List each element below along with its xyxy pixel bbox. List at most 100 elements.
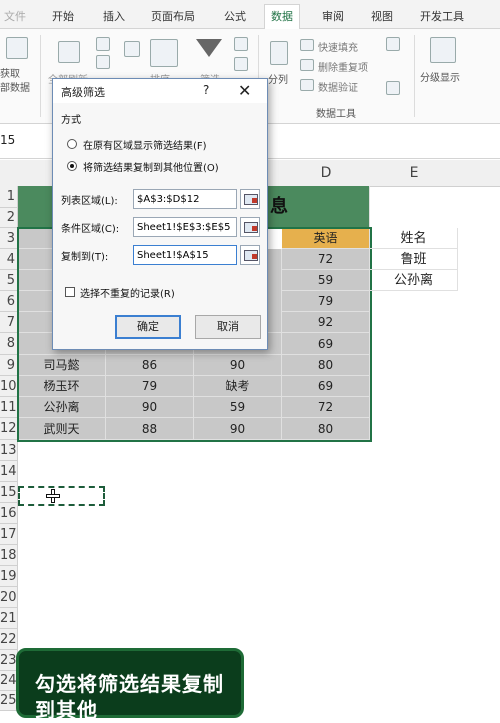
connections-icon[interactable] <box>96 37 110 51</box>
tab-formulas[interactable]: 公式 <box>224 8 246 24</box>
table-cell[interactable]: 59 <box>194 397 282 418</box>
table-header-cell[interactable]: 英语 <box>282 228 370 249</box>
row-header[interactable]: 13 <box>0 440 18 461</box>
unique-records-label[interactable]: 选择不重复的记录(R) <box>80 285 175 300</box>
radio-copy-to-location-label[interactable]: 将筛选结果复制到其他位置(O) <box>83 159 219 174</box>
tab-home[interactable]: 开始 <box>52 8 74 24</box>
tab-developer[interactable]: 开发工具 <box>420 8 464 24</box>
table-cell[interactable]: 86 <box>106 355 194 376</box>
criteria-range-picker-icon[interactable] <box>240 217 260 237</box>
table-cell[interactable]: 88 <box>106 418 194 440</box>
criteria-cell[interactable]: 公孙离 <box>370 270 458 291</box>
get-data-icon[interactable] <box>6 37 28 59</box>
split-column-icon[interactable] <box>270 41 288 65</box>
table-cell[interactable]: 90 <box>106 397 194 418</box>
clear-filter-icon[interactable] <box>234 37 248 51</box>
table-cell[interactable]: 司马懿 <box>18 355 106 376</box>
data-validation-label[interactable]: 数据验证 <box>318 79 358 94</box>
row-header[interactable]: 9 <box>0 355 18 376</box>
table-cell[interactable]: 69 <box>282 376 370 397</box>
flash-fill-label[interactable]: 快速填充 <box>318 39 358 54</box>
tab-view[interactable]: 视图 <box>371 8 393 24</box>
row-header[interactable]: 1 <box>0 186 18 208</box>
data-validation-icon[interactable] <box>300 79 314 91</box>
row-header[interactable]: 6 <box>0 291 18 312</box>
table-cell[interactable]: 90 <box>194 418 282 440</box>
remove-duplicates-label[interactable]: 删除重复项 <box>318 59 368 74</box>
get-data-label-2[interactable]: 部数据 <box>0 79 30 94</box>
radio-copy-to-location[interactable] <box>67 161 77 171</box>
row-header[interactable]: 20 <box>0 587 18 608</box>
tab-file[interactable]: 文件 <box>4 8 26 24</box>
table-cell[interactable]: 公孙离 <box>18 397 106 418</box>
row-header[interactable]: 17 <box>0 524 18 545</box>
column-header-f[interactable] <box>458 160 500 187</box>
radio-filter-in-place[interactable] <box>67 139 77 149</box>
row-header[interactable]: 14 <box>0 461 18 482</box>
row-header[interactable]: 19 <box>0 566 18 587</box>
table-cell[interactable]: 72 <box>282 249 370 270</box>
row-header[interactable]: 21 <box>0 608 18 629</box>
table-cell[interactable]: 79 <box>282 291 370 312</box>
row-header[interactable]: 5 <box>0 270 18 291</box>
table-cell[interactable]: 80 <box>282 418 370 440</box>
table-cell[interactable]: 92 <box>282 312 370 333</box>
flash-fill-icon[interactable] <box>300 39 314 51</box>
table-cell[interactable]: 90 <box>194 355 282 376</box>
table-cell[interactable]: 59 <box>282 270 370 291</box>
table-cell[interactable]: 80 <box>282 355 370 376</box>
ok-button[interactable]: 确定 <box>115 315 181 339</box>
cancel-button[interactable]: 取消 <box>195 315 261 339</box>
outline-label[interactable]: 分级显示 <box>420 69 460 84</box>
criteria-cell[interactable]: 鲁班 <box>370 249 458 270</box>
list-range-input[interactable] <box>133 189 237 209</box>
table-cell[interactable]: 缺考 <box>194 376 282 397</box>
tab-page-layout[interactable]: 页面布局 <box>151 8 195 24</box>
row-header[interactable]: 16 <box>0 503 18 524</box>
split-column-label[interactable]: 分列 <box>268 71 288 86</box>
table-cell[interactable]: 79 <box>106 376 194 397</box>
copy-target-marquee[interactable] <box>18 486 105 506</box>
list-range-picker-icon[interactable] <box>240 189 260 209</box>
table-cell[interactable]: 69 <box>282 333 370 355</box>
filter-icon[interactable] <box>196 39 222 57</box>
row-header[interactable]: 12 <box>0 418 18 440</box>
column-header-e[interactable]: E <box>370 160 459 187</box>
sort-az-icon[interactable] <box>124 41 140 57</box>
copy-to-picker-icon[interactable] <box>240 245 260 265</box>
row-header[interactable]: 10 <box>0 376 18 397</box>
tab-review[interactable]: 审阅 <box>322 8 344 24</box>
close-icon[interactable]: ✕ <box>238 81 251 100</box>
row-header[interactable]: 7 <box>0 312 18 333</box>
table-cell[interactable]: 武则天 <box>18 418 106 440</box>
name-box[interactable]: 15 <box>0 133 15 147</box>
consolidate-icon[interactable] <box>386 37 400 51</box>
row-header[interactable]: 8 <box>0 333 18 355</box>
row-header[interactable]: 2 <box>0 208 18 228</box>
radio-filter-in-place-label[interactable]: 在原有区域显示筛选结果(F) <box>83 137 207 152</box>
tab-data[interactable]: 数据 <box>264 4 300 30</box>
row-header[interactable]: 4 <box>0 249 18 270</box>
row-header[interactable]: 22 <box>0 629 18 650</box>
criteria-range-input[interactable] <box>133 217 237 237</box>
outline-icon[interactable] <box>430 37 456 63</box>
copy-to-input[interactable] <box>133 245 237 265</box>
table-cell[interactable]: 杨玉环 <box>18 376 106 397</box>
sort-icon[interactable] <box>150 39 178 67</box>
refresh-all-icon[interactable] <box>58 41 80 63</box>
tab-insert[interactable]: 插入 <box>103 8 125 24</box>
select-all-corner[interactable] <box>0 160 19 187</box>
row-header[interactable]: 15 <box>0 482 18 503</box>
properties-icon[interactable] <box>96 55 110 69</box>
row-header[interactable]: 11 <box>0 397 18 418</box>
remove-duplicates-icon[interactable] <box>300 59 314 71</box>
reapply-icon[interactable] <box>234 57 248 71</box>
criteria-header-cell[interactable]: 姓名 <box>370 228 458 249</box>
relationships-icon[interactable] <box>386 81 400 95</box>
dialog-titlebar[interactable]: 高级筛选 ? ✕ <box>53 79 267 103</box>
unique-records-checkbox[interactable] <box>65 287 75 297</box>
table-cell[interactable]: 72 <box>282 397 370 418</box>
column-header-d[interactable]: D <box>282 160 371 187</box>
help-button[interactable]: ? <box>203 83 209 97</box>
row-header[interactable]: 3 <box>0 228 18 249</box>
